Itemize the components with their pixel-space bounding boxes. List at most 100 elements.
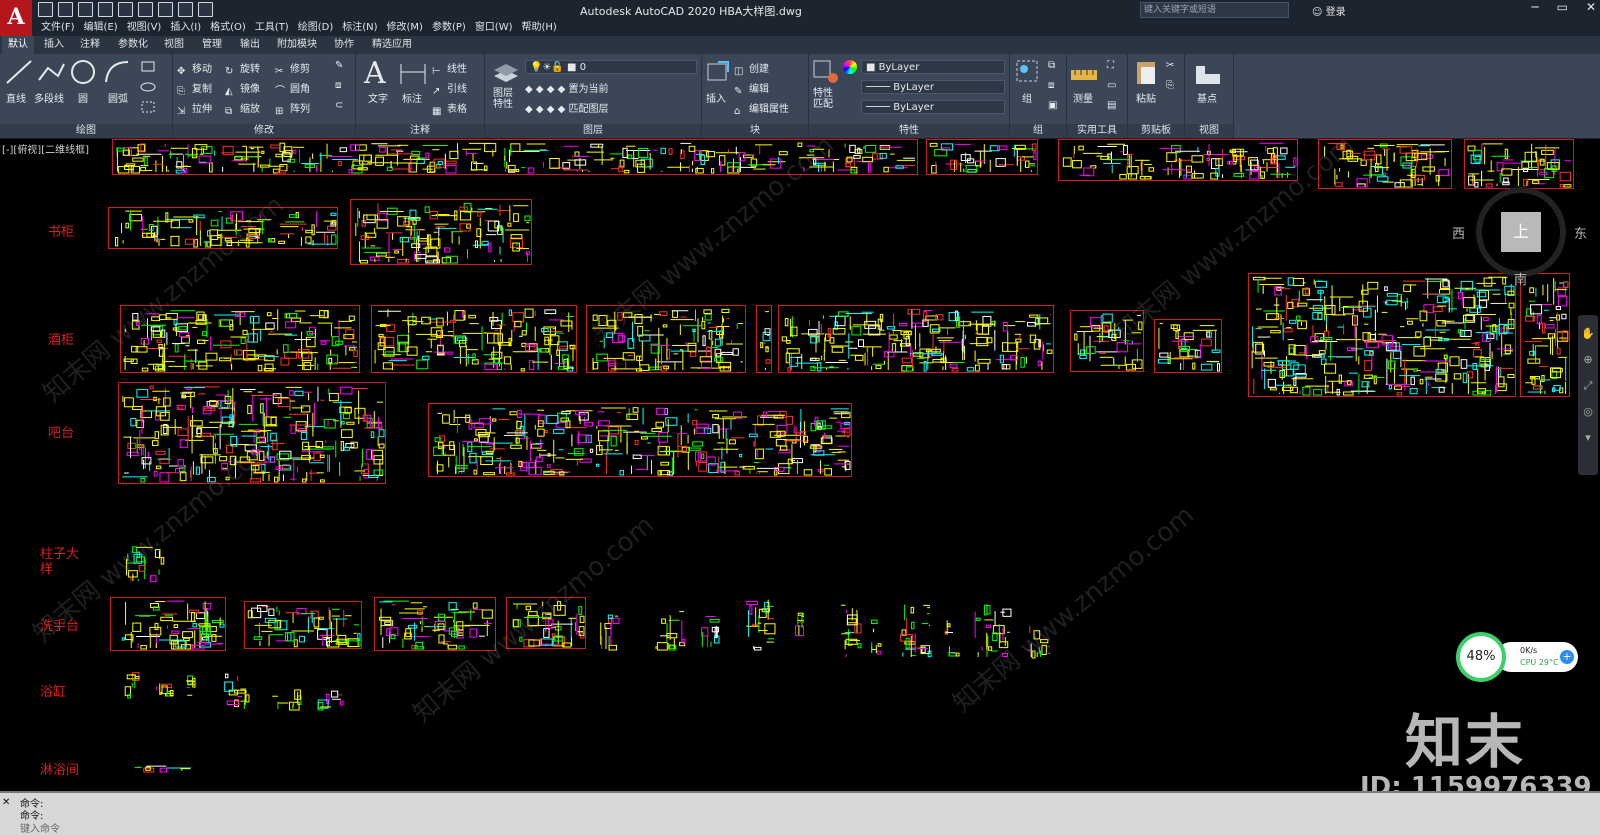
panel-utilities-label[interactable]: 实用工具 — [1067, 124, 1127, 138]
menu-insert[interactable]: 插入(I) — [170, 20, 201, 36]
panel-block-label[interactable]: 块 — [702, 124, 808, 138]
group-edit-icon[interactable]: ⧈ — [1048, 80, 1054, 91]
tab-insert[interactable]: 插入 — [44, 36, 64, 54]
drawing-frame[interactable] — [428, 403, 852, 477]
rotate-button[interactable]: ↻ 旋转 — [225, 60, 260, 78]
maximize-button[interactable]: ▭ — [1557, 0, 1568, 14]
explode-icon[interactable]: ⧈ — [335, 80, 341, 91]
circle-icon[interactable] — [68, 58, 98, 86]
drawing-frame[interactable] — [1058, 139, 1298, 181]
leader-button[interactable]: ↗ 引线 — [432, 80, 467, 98]
save-icon[interactable] — [78, 2, 93, 17]
copy-button[interactable]: ⎘ 复制 — [177, 80, 212, 98]
dimension-button[interactable]: 标注 — [402, 90, 422, 105]
mirror-button[interactable]: ◭ 镜像 — [225, 80, 260, 98]
line-button[interactable]: 直线 — [6, 90, 26, 105]
copy-clip-icon[interactable]: ⎘ — [1166, 80, 1174, 91]
search-input[interactable]: 键入关键字或短语 — [1140, 2, 1289, 18]
viewcube[interactable]: 上 西 东 南 — [1452, 179, 1587, 289]
minimize-button[interactable]: ─ — [1531, 0, 1538, 14]
tab-collaborate[interactable]: 协作 — [334, 36, 354, 54]
tab-view[interactable]: 视图 — [164, 36, 184, 54]
circle-button[interactable]: 圆 — [78, 90, 88, 105]
panel-clipboard-label[interactable]: 剪贴板 — [1128, 124, 1184, 138]
edit-attr-button[interactable]: ⌂ 编辑属性 — [734, 100, 789, 118]
undo-icon[interactable] — [178, 2, 193, 17]
drawing-detail[interactable] — [836, 601, 862, 659]
drawing-frame[interactable] — [244, 601, 362, 649]
drawing-detail[interactable] — [1024, 615, 1052, 659]
tab-featured-apps[interactable]: 精选应用 — [372, 36, 412, 54]
close-command-icon[interactable]: ✕ — [2, 797, 10, 808]
drawing-frame[interactable] — [371, 305, 577, 373]
menu-modify[interactable]: 修改(M) — [387, 20, 423, 36]
layer-properties-icon[interactable] — [491, 58, 521, 86]
group-button[interactable]: 组 — [1022, 90, 1032, 105]
tab-output[interactable]: 输出 — [240, 36, 260, 54]
drawing-detail[interactable] — [314, 687, 344, 711]
text-icon[interactable]: A — [364, 56, 386, 91]
select-all-icon[interactable]: ▭ — [1107, 80, 1116, 91]
tab-annotate[interactable]: 注释 — [80, 36, 100, 54]
insert-block-icon[interactable] — [704, 58, 734, 86]
open-icon[interactable] — [58, 2, 73, 17]
drawing-frame[interactable] — [1154, 319, 1222, 373]
paste-button[interactable]: 粘贴 — [1136, 90, 1156, 105]
tab-parametric[interactable]: 参数化 — [118, 36, 148, 54]
offset-icon[interactable]: ⊂ — [335, 100, 343, 111]
save-web-icon[interactable] — [138, 2, 153, 17]
lineweight-dropdown[interactable]: ──── ByLayer — [861, 100, 1005, 114]
compass-south[interactable]: 南 — [1514, 269, 1527, 288]
base-button[interactable]: 基点 — [1197, 90, 1217, 105]
menu-edit[interactable]: 编辑(E) — [84, 20, 118, 36]
create-block-button[interactable]: ◫ 创建 — [734, 60, 769, 78]
calculator-icon[interactable]: ▤ — [1107, 100, 1116, 111]
drawing-detail[interactable] — [120, 543, 166, 583]
performance-widget[interactable]: 0K/s CPU 29°C + 48% — [1456, 632, 1580, 684]
stretch-button[interactable]: ⇲ 拉伸 — [177, 100, 212, 118]
drawing-frame[interactable] — [374, 597, 496, 651]
menu-view[interactable]: 视图(V) — [127, 20, 162, 36]
panel-properties-label[interactable]: 特性 — [809, 124, 1009, 138]
tab-manage[interactable]: 管理 — [202, 36, 222, 54]
drawing-detail[interactable] — [182, 669, 196, 699]
navigation-bar[interactable]: ✋ ⊕ ⤢ ◎ ▾ — [1578, 315, 1598, 475]
drawing-frame[interactable] — [506, 597, 586, 649]
layer-tools-row2[interactable]: ◆ ◆ ◆ ◆ 匹配图层 — [525, 100, 608, 115]
edit-block-button[interactable]: ✎ 编辑 — [734, 80, 769, 98]
viewcube-top-face[interactable]: 上 — [1501, 212, 1541, 252]
redo-icon[interactable] — [198, 2, 213, 17]
group-select-icon[interactable]: ▣ — [1048, 100, 1057, 111]
drawing-detail[interactable] — [596, 609, 620, 651]
insert-button[interactable]: 插入 — [706, 90, 726, 105]
drawing-detail[interactable] — [868, 615, 882, 655]
compass-east[interactable]: 东 — [1574, 223, 1587, 242]
group-icon[interactable] — [1014, 58, 1044, 86]
color-wheel-icon[interactable] — [843, 60, 857, 74]
panel-modify-label[interactable]: 修改 — [173, 124, 355, 138]
application-menu-button[interactable]: A — [0, 0, 32, 36]
drawing-canvas[interactable]: [-][俯视][二维线框] 书柜 酒柜 吧台 柱子大样 洗手台 浴缸 淋浴间 上… — [0, 139, 1600, 791]
drawing-detail[interactable] — [218, 671, 250, 711]
linetype-dropdown[interactable]: ──── ByLayer — [861, 80, 1005, 94]
layer-tools-row1[interactable]: ◆ ◆ ◆ ◆ 置为当前 — [525, 80, 608, 95]
paste-icon[interactable] — [1132, 58, 1162, 86]
scale-button[interactable]: ⧉ 缩放 — [225, 100, 260, 118]
menu-draw[interactable]: 绘图(D) — [298, 20, 334, 36]
drawing-frame[interactable] — [1520, 273, 1570, 397]
drawing-detail[interactable] — [126, 763, 196, 773]
layer-properties-button[interactable]: 图层 特性 — [493, 88, 513, 110]
drawing-frame[interactable] — [110, 597, 226, 651]
drawing-detail[interactable] — [696, 609, 720, 649]
drawing-frame[interactable] — [112, 139, 918, 175]
login-button[interactable]: ☺ 登录 — [1312, 3, 1346, 18]
drawing-detail[interactable] — [790, 607, 806, 637]
arc-button[interactable]: 圆弧 — [108, 90, 128, 105]
panel-layers-label[interactable]: 图层 — [485, 124, 701, 138]
close-button[interactable]: ✕ — [1586, 0, 1596, 14]
drawing-frame[interactable] — [108, 207, 338, 249]
menu-window[interactable]: 窗口(W) — [475, 20, 513, 36]
drawing-frame[interactable] — [926, 139, 1038, 175]
base-view-icon[interactable] — [1193, 60, 1223, 88]
drawing-detail[interactable] — [972, 601, 1012, 659]
